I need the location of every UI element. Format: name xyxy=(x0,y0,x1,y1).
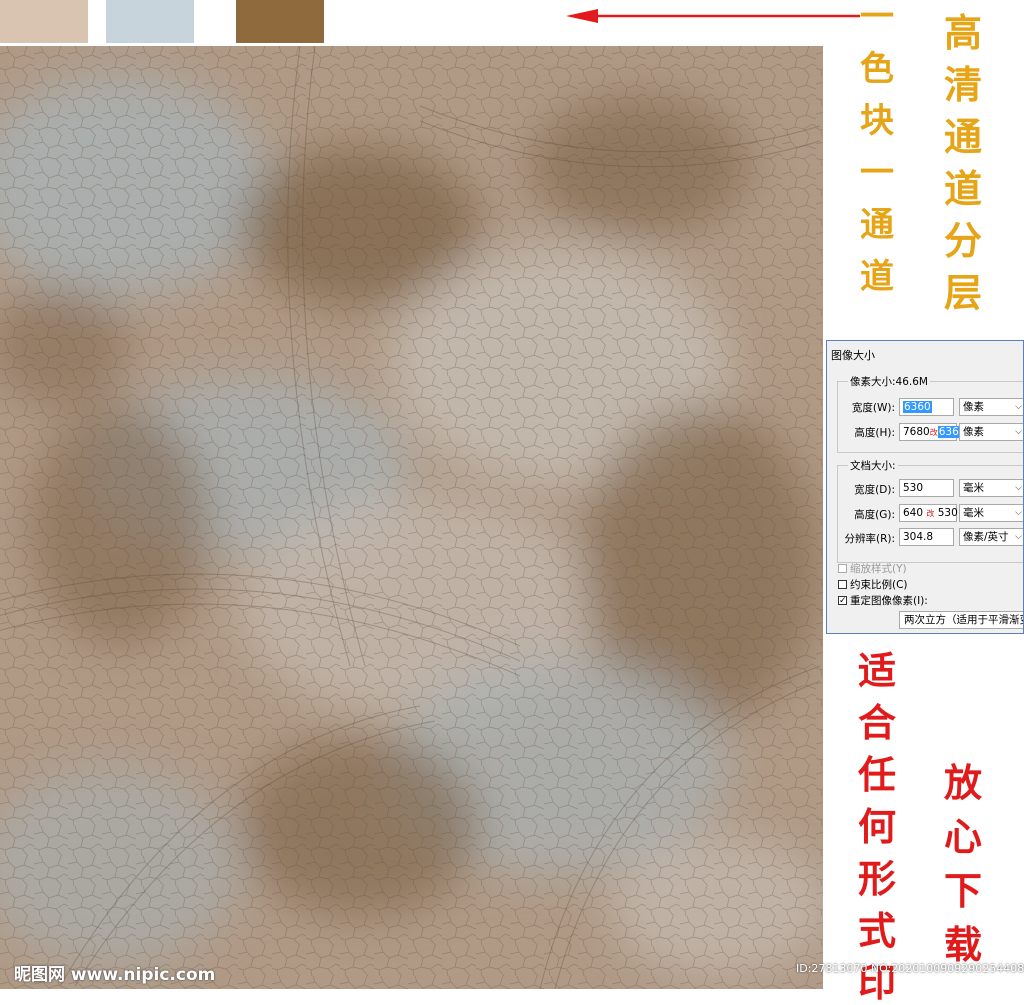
scale-styles-checkbox[interactable]: 缩放样式(Y) xyxy=(838,561,907,576)
hd-channel-char: 高 xyxy=(944,10,983,55)
pixel-dimensions-group: 像素大小:46.6M xyxy=(837,374,1023,453)
vertical-text-any-print: 适合任何形式印 xyxy=(858,652,896,1002)
hd-channel-char: 道 xyxy=(944,166,983,211)
document-size-legend: 文档大小: xyxy=(848,458,898,473)
pixel-width-input[interactable]: 6360 xyxy=(899,398,954,416)
edit-mark: 改 xyxy=(926,509,935,518)
any-print-char: 式 xyxy=(858,908,897,953)
block-channel-char: 一 xyxy=(860,153,894,193)
vertical-text-hd-channel: 高清通道分层 xyxy=(944,14,982,312)
doc-width-unit-select[interactable]: 毫米 ⌵ xyxy=(959,479,1023,497)
dialog-title: 图像大小 xyxy=(831,349,875,362)
block-channel-char: 一 xyxy=(860,0,894,37)
doc-width-label: 宽度(D): xyxy=(854,484,895,496)
block-channel-char: 色 xyxy=(860,49,894,89)
chevron-down-icon: ⌵ xyxy=(1015,483,1022,493)
hd-channel-char: 层 xyxy=(944,270,983,315)
pixel-height-label: 高度(H): xyxy=(854,427,895,439)
resolution-unit-select[interactable]: 像素/英寸 ⌵ xyxy=(959,528,1023,546)
any-print-char: 合 xyxy=(858,700,897,745)
any-print-char: 形 xyxy=(858,856,897,901)
safe-download-char: 心 xyxy=(944,814,983,859)
resolution-label: 分辨率(R): xyxy=(844,533,895,545)
safe-download-char: 下 xyxy=(944,868,983,913)
color-swatch-light-blue xyxy=(106,0,194,43)
chevron-down-icon: ⌵ xyxy=(1015,508,1022,518)
image-id-text: ID:27813070 NO:20201009092902544088 xyxy=(796,962,1024,975)
doc-width-input[interactable]: 530 xyxy=(899,479,954,497)
pixel-width-unit-select[interactable]: 像素 ⌵ xyxy=(959,398,1023,416)
vertical-text-safe-download: 放心下载 xyxy=(944,764,982,964)
block-channel-char: 道 xyxy=(860,257,894,297)
color-swatch-brown xyxy=(236,0,324,43)
any-print-char: 何 xyxy=(858,804,897,849)
resolution-input[interactable]: 304.8 xyxy=(899,528,954,546)
resample-method-select[interactable]: 两次立方（适用于平滑渐变 xyxy=(899,611,1023,629)
doc-height-label: 高度(G): xyxy=(854,509,895,521)
chevron-down-icon: ⌵ xyxy=(1015,532,1022,542)
pixel-width-label: 宽度(W): xyxy=(851,402,895,414)
block-channel-char: 块 xyxy=(860,101,894,141)
safe-download-char: 放 xyxy=(944,760,983,805)
resample-image-checkbox[interactable]: ✓ 重定图像像素(I): xyxy=(838,593,928,608)
hd-channel-char: 通 xyxy=(944,114,983,159)
hd-channel-char: 清 xyxy=(944,62,983,107)
watermark-text: 昵图网 www.nipic.com xyxy=(14,965,216,985)
constrain-proportions-checkbox[interactable]: 约束比例(C) xyxy=(838,577,908,592)
any-print-char: 任 xyxy=(858,752,897,797)
any-print-char: 适 xyxy=(858,648,897,693)
chevron-down-icon: ⌵ xyxy=(1015,402,1022,412)
pixel-height-unit-select[interactable]: 像素 ⌵ xyxy=(959,423,1023,441)
hd-channel-char: 分 xyxy=(944,218,983,263)
vertical-text-block-channel: 一色块一通道 xyxy=(860,0,894,294)
pixel-height-input[interactable]: 7680改6360 xyxy=(899,423,967,441)
block-channel-char: 通 xyxy=(860,205,894,245)
pixel-dimensions-legend: 像素大小:46.6M xyxy=(848,374,930,389)
image-size-dialog: 图像大小 像素大小:46.6M 宽度(W): 6360 像素 ⌵ 高度(H): 7… xyxy=(826,340,1024,634)
color-swatch-light-beige xyxy=(0,0,88,43)
safe-download-char: 载 xyxy=(944,922,983,967)
left-arrow-icon xyxy=(566,9,860,23)
edit-mark: 改 xyxy=(929,428,938,437)
crackle-texture-image xyxy=(0,46,823,989)
doc-height-input[interactable]: 640 改 530 xyxy=(899,504,958,522)
doc-height-unit-select[interactable]: 毫米 ⌵ xyxy=(959,504,1023,522)
chevron-down-icon: ⌵ xyxy=(1015,427,1022,437)
